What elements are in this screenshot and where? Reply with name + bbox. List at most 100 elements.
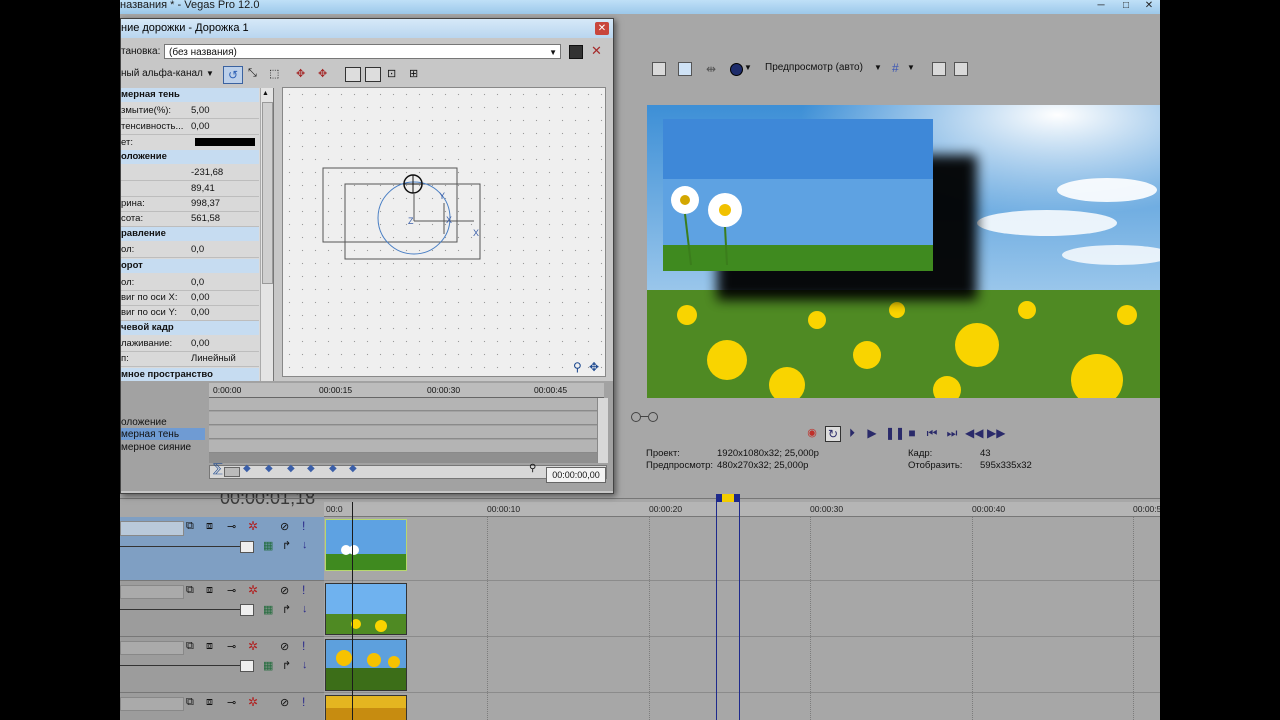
property-row[interactable]: ол: 0,0 [121, 275, 259, 291]
keyframe-track-label[interactable]: оложение [121, 417, 167, 428]
track-motion-icon[interactable]: ⧉ [186, 520, 194, 533]
track-motion-icon[interactable]: ⧉ [186, 640, 194, 653]
track-fx-icon[interactable]: ⧈ [206, 520, 213, 533]
edit-in-space-icon[interactable] [345, 67, 361, 82]
track-name-field[interactable] [120, 641, 184, 655]
keyframe-track-label[interactable]: мерная тень [121, 429, 179, 440]
level-slider-track[interactable] [120, 665, 248, 666]
property-row[interactable]: виг по оси X: 0,00 [121, 290, 259, 306]
delete-icon[interactable]: ✕ [591, 43, 602, 59]
go-end-icon[interactable]: ⏭ [945, 426, 959, 440]
track-name-field[interactable] [120, 697, 184, 711]
first-keyframe-icon[interactable]: ◆ [243, 463, 251, 474]
parent-up-icon[interactable]: ↱ [282, 539, 291, 552]
select-tool-icon[interactable]: ⤡ [248, 67, 257, 80]
minimize-button[interactable]: ─ [1090, 0, 1112, 12]
3d-tool-icon[interactable]: ⬚ [269, 67, 279, 80]
pan-icon[interactable]: ▦ [263, 539, 273, 552]
keyframe-lane[interactable] [209, 412, 597, 425]
maximize-button[interactable]: □ [1115, 0, 1137, 12]
preview-mode-select[interactable]: Предпросмотр (авто) [765, 62, 863, 73]
prevent-move-icon[interactable] [365, 67, 381, 82]
keyframe-lane[interactable] [209, 398, 597, 411]
preview-mode-dropdown-icon[interactable]: ▼ [874, 63, 882, 72]
next-frame-icon[interactable]: ▶▶ [987, 426, 1005, 440]
property-row[interactable]: ол: 0,0 [121, 242, 259, 258]
level-slider-track[interactable] [120, 609, 248, 610]
track-fx-icon[interactable]: ⧈ [206, 696, 213, 709]
gear-icon[interactable]: ✲ [248, 695, 258, 709]
property-row[interactable]: сота: 561,58 [121, 211, 259, 227]
loop-icon[interactable]: ↻ [825, 426, 841, 442]
level-slider-thumb[interactable] [240, 541, 254, 553]
next-keyframe-icon[interactable]: ◆ [329, 463, 337, 474]
video-clip[interactable] [325, 519, 407, 571]
mute-icon[interactable]: ⊘ [280, 584, 289, 597]
keyframe-time-field[interactable]: 00:00:00,00 [546, 467, 606, 483]
keyframe-track-label[interactable]: мерное сияние [121, 442, 191, 453]
save-icon[interactable] [569, 45, 583, 59]
dialog-titlebar[interactable]: ние дорожки - Дорожка 1 ✕ [121, 19, 613, 38]
section-header[interactable]: чевой кадр [121, 321, 259, 335]
video-clip[interactable] [325, 695, 407, 720]
compositing-icon[interactable]: ⊸ [227, 640, 236, 653]
property-row[interactable]: ет: [121, 135, 259, 151]
scale-about-center-icon[interactable]: ⊞ [409, 67, 418, 80]
track-motion-icon[interactable]: ⧉ [186, 696, 194, 709]
go-start-icon[interactable]: ⏮ [925, 426, 939, 440]
scrollbar-thumb[interactable] [262, 102, 273, 284]
gear-icon[interactable]: ✲ [248, 519, 258, 533]
color-swatch[interactable] [195, 138, 255, 146]
save-frame-icon[interactable] [954, 62, 968, 76]
prev-frame-icon[interactable]: ◀◀ [965, 426, 983, 440]
track-lane-2[interactable] [324, 581, 1160, 637]
level-slider-thumb[interactable] [240, 660, 254, 672]
track-lane-1[interactable] [324, 517, 1160, 581]
track-fx-icon[interactable]: ⧈ [206, 640, 213, 653]
preset-select[interactable]: (без названия) ▼ [164, 44, 561, 59]
mute-icon[interactable]: ⊘ [280, 520, 289, 533]
track-motion-icon[interactable]: ⧉ [186, 584, 194, 597]
record-icon[interactable]: ◉ [805, 426, 819, 440]
add-keyframe-icon[interactable]: ◆ [287, 463, 295, 474]
video-clip[interactable] [325, 583, 407, 635]
split-screen-icon[interactable]: ⇹ [706, 62, 716, 76]
track-fx-icon[interactable]: ⧈ [206, 584, 213, 597]
keyframe-vscroll[interactable] [597, 398, 608, 463]
property-row[interactable]: лаживание: 0,00 [121, 336, 259, 352]
property-row[interactable]: змытие(%): 5,00 [121, 103, 259, 119]
pan-icon[interactable]: ▦ [263, 659, 273, 672]
mute-icon[interactable]: ⊘ [280, 696, 289, 709]
grid-dropdown-icon[interactable]: ▼ [907, 63, 915, 72]
property-row[interactable]: тенсивность... 0,00 [121, 119, 259, 135]
section-header[interactable]: орот [121, 259, 259, 273]
section-header[interactable]: мерная тень [121, 88, 259, 102]
solo-icon[interactable]: ! [302, 519, 305, 533]
sync-cursor-icon[interactable]: ⅀ [213, 461, 223, 475]
solo-icon[interactable]: ! [302, 583, 305, 597]
track-lane-4[interactable] [324, 693, 1160, 720]
close-window-button[interactable]: ✕ [1138, 0, 1160, 12]
copy-frame-icon[interactable] [932, 62, 946, 76]
scrollbar-thumb[interactable] [224, 467, 240, 477]
stop-icon[interactable]: ■ [905, 426, 919, 440]
track-lane-3[interactable] [324, 637, 1160, 693]
keyframe-lane[interactable] [209, 426, 597, 439]
parent-down-icon[interactable]: ↓ [302, 603, 308, 615]
play-from-start-icon[interactable]: ⏵ [845, 426, 859, 440]
property-row[interactable]: -231,68 [121, 165, 259, 181]
delete-keyframe-icon[interactable]: ◆ [307, 463, 315, 474]
overlay-dropdown-icon[interactable]: ▼ [744, 63, 752, 72]
video-fx-icon[interactable] [652, 62, 666, 76]
track-name-field[interactable] [120, 521, 184, 536]
property-row[interactable]: рина: 998,37 [121, 196, 259, 212]
playhead[interactable] [352, 502, 353, 720]
property-row[interactable]: виг по оси Y: 0,00 [121, 305, 259, 321]
dialog-close-button[interactable]: ✕ [595, 22, 609, 35]
parent-down-icon[interactable]: ↓ [302, 539, 308, 551]
parent-down-icon[interactable]: ↓ [302, 659, 308, 671]
gear-icon[interactable]: ✲ [248, 583, 258, 597]
last-keyframe-icon[interactable]: ◆ [349, 463, 357, 474]
prev-keyframe-icon[interactable]: ◆ [265, 463, 273, 474]
property-row[interactable]: 89,41 [121, 181, 259, 197]
